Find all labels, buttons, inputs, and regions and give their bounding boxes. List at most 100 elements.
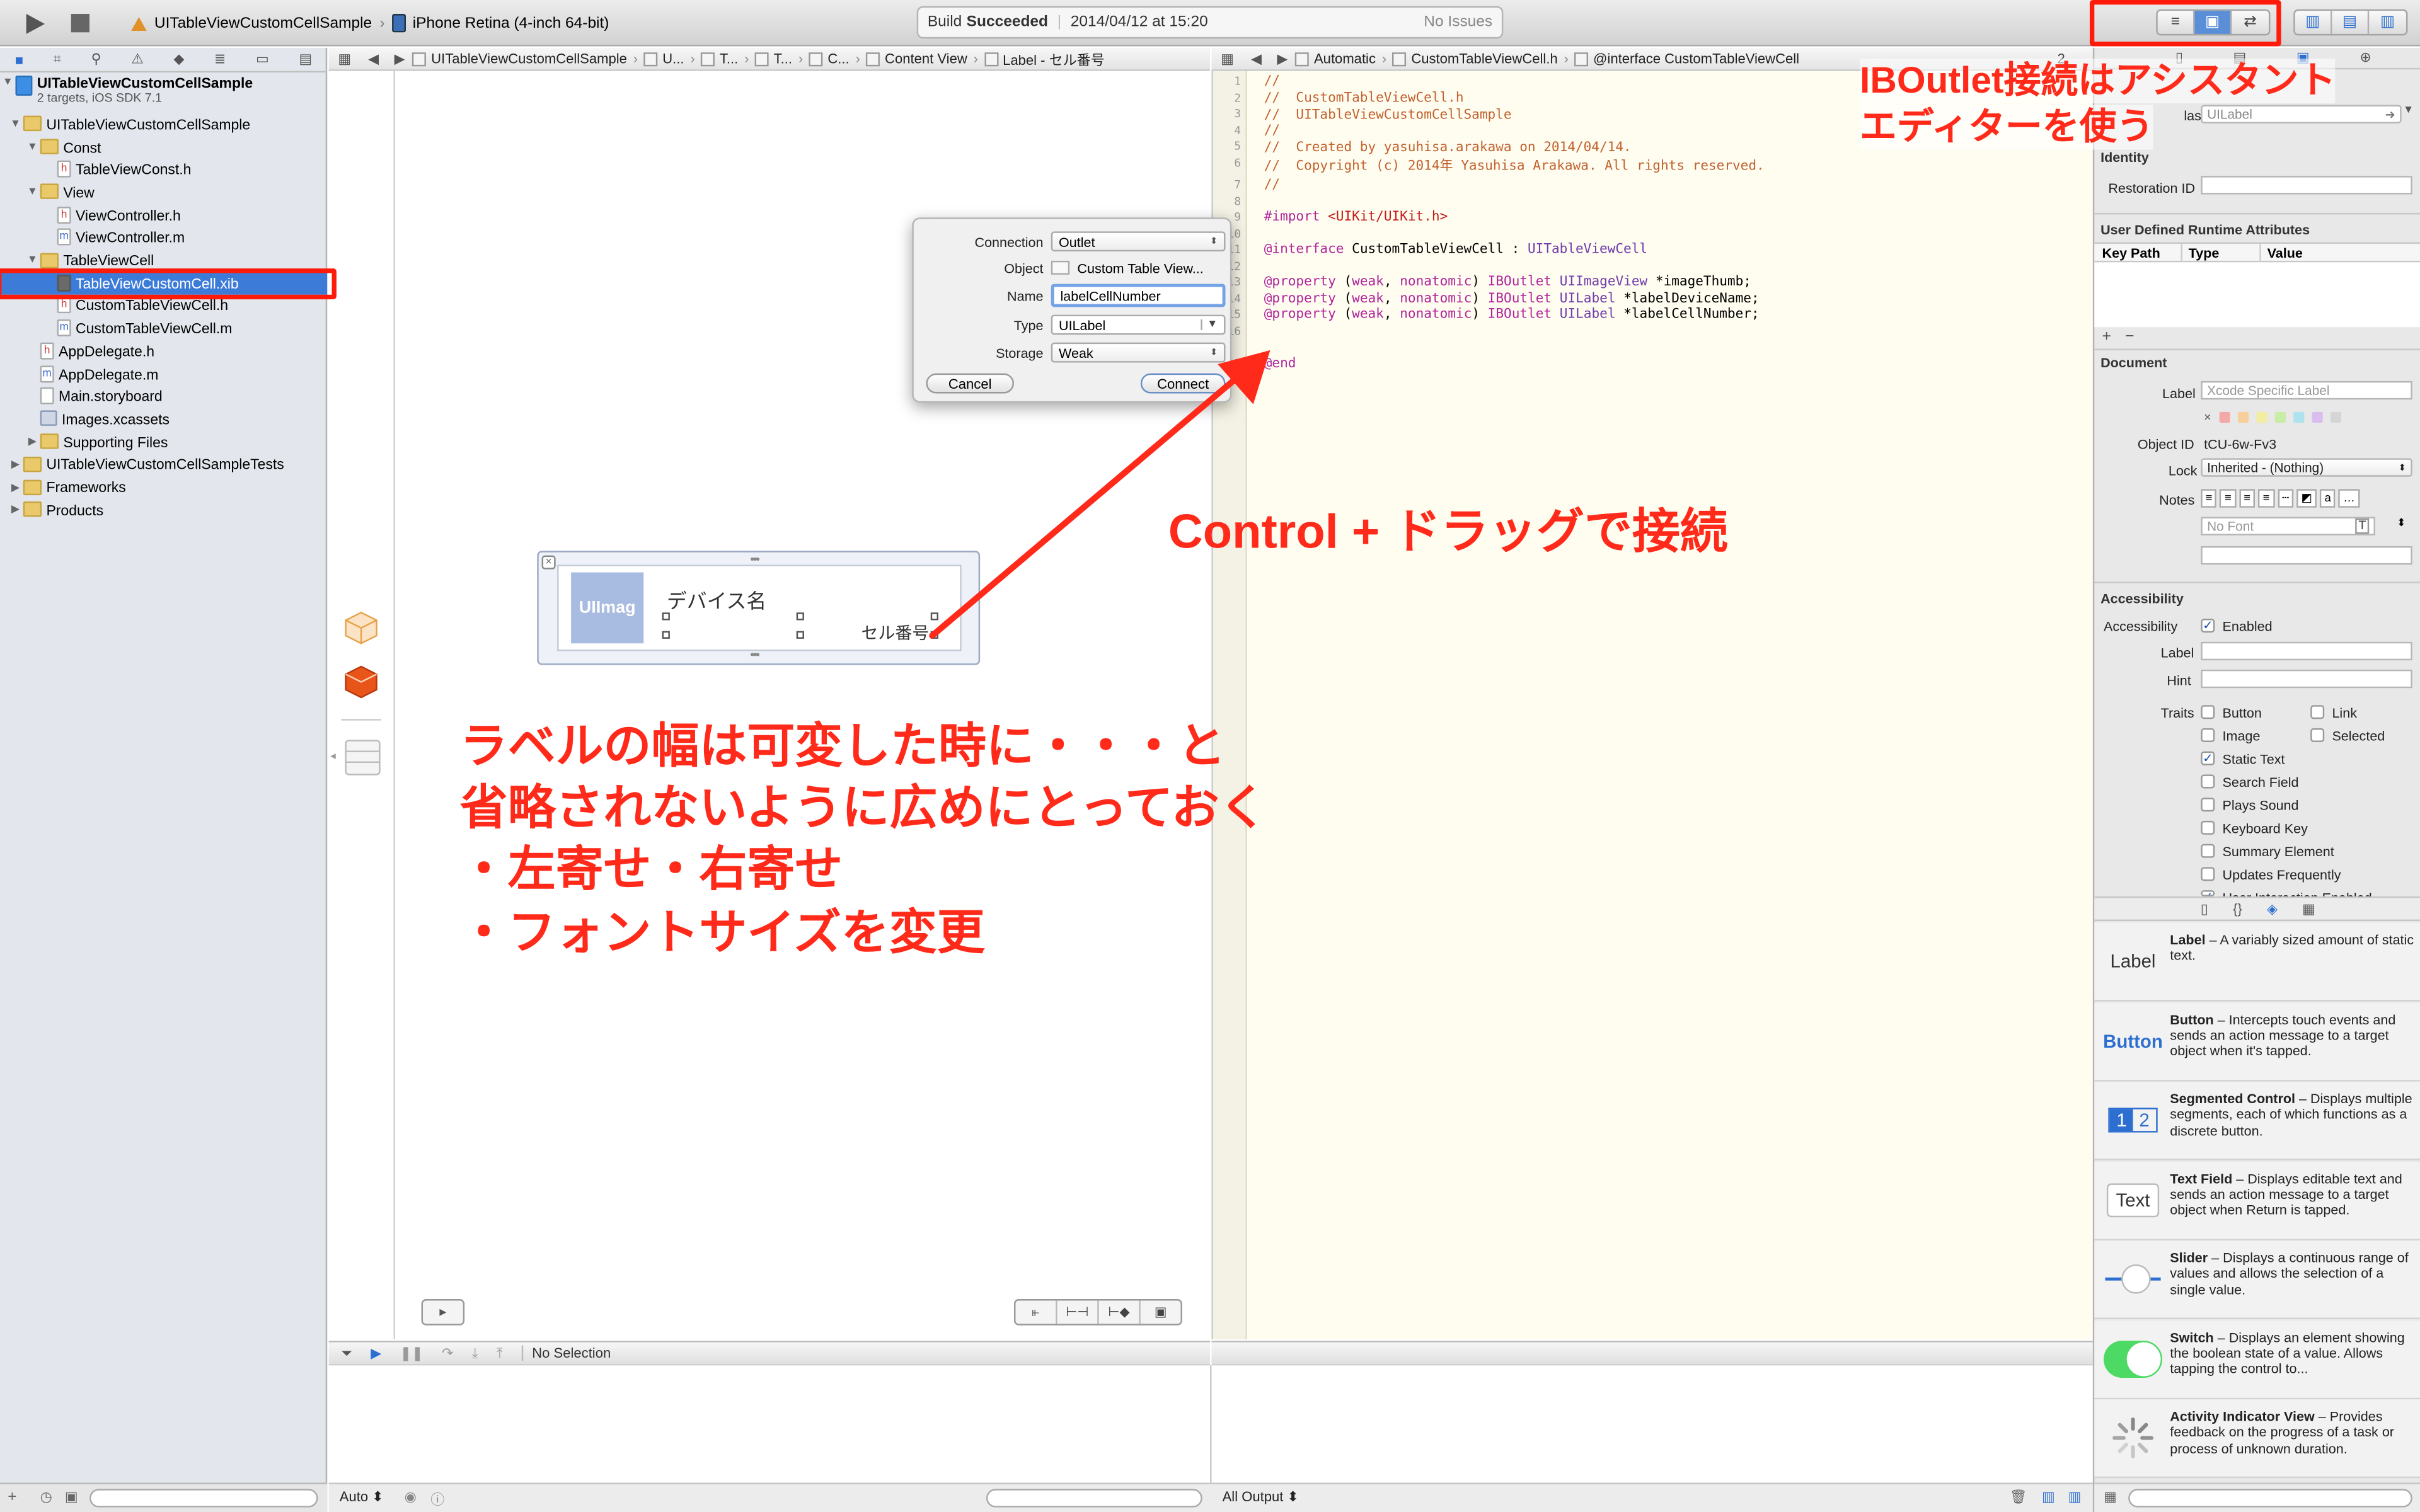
- name-field[interactable]: labelCellNumber: [1051, 284, 1226, 307]
- log-tab-icon[interactable]: ▤: [299, 51, 312, 68]
- justify-icon[interactable]: ≡: [2258, 489, 2274, 508]
- disclosure-open-icon[interactable]: ▼: [8, 118, 23, 129]
- breakpoints-icon[interactable]: ▶: [371, 1344, 381, 1361]
- run-button[interactable]: [21, 11, 49, 35]
- quicklook-icon[interactable]: ◉: [405, 1489, 417, 1506]
- connect-button[interactable]: Connect: [1140, 373, 1226, 394]
- spacing-icon[interactable]: ┄: [2277, 489, 2294, 508]
- add-icon[interactable]: +: [2102, 329, 2111, 346]
- trait-checkbox[interactable]: [2201, 798, 2215, 812]
- selection-handle[interactable]: [930, 612, 938, 621]
- disclosure-open-icon[interactable]: ▼: [25, 255, 40, 265]
- folder-tab-icon[interactable]: ■: [15, 52, 23, 67]
- breadcrumb-item[interactable]: CustomTableViewCell.h: [1411, 51, 1557, 66]
- align-center-icon[interactable]: ≡: [2220, 489, 2237, 508]
- trait-checkbox[interactable]: [2310, 705, 2325, 719]
- test-tab-icon[interactable]: ◆: [174, 51, 185, 68]
- first-responder-cube-icon[interactable]: [344, 665, 378, 699]
- placeholder-cube-icon[interactable]: [344, 611, 378, 645]
- library-item[interactable]: Activity Indicator View – Provides feedb…: [2094, 1399, 2420, 1479]
- navigator-item-10[interactable]: m CustomTableViewCell.m: [0, 317, 327, 340]
- restoration-id-field[interactable]: [2201, 176, 2412, 195]
- scm-icon[interactable]: ▣: [65, 1489, 78, 1506]
- stop-button[interactable]: [68, 13, 93, 34]
- library-item[interactable]: 1 2 Segmented Control – Displays multiple …: [2094, 1081, 2420, 1160]
- chevron-down-icon[interactable]: ▼: [2403, 105, 2414, 116]
- disclosure-open-icon[interactable]: ▼: [25, 186, 40, 197]
- back-icon[interactable]: ◀: [1251, 50, 1262, 67]
- close-icon[interactable]: ×: [541, 555, 556, 570]
- library-filter-field[interactable]: [2128, 1489, 2412, 1508]
- debug-tab-icon[interactable]: ≣: [214, 51, 226, 68]
- toggle-utilities-icon[interactable]: ▥: [2369, 11, 2406, 34]
- variables-scope-select[interactable]: Auto ⬍: [340, 1489, 384, 1506]
- trait-checkbox[interactable]: ✓: [2201, 890, 2215, 896]
- trait-checkbox[interactable]: [2201, 774, 2215, 789]
- align-right-icon[interactable]: ≡: [2238, 489, 2256, 508]
- image-thumb-view[interactable]: UIImag: [571, 572, 644, 644]
- breadcrumb-item[interactable]: Label - セル番号: [1003, 49, 1105, 69]
- swatch-yellow[interactable]: [2256, 411, 2267, 423]
- resize-icon[interactable]: ▣: [1141, 1301, 1181, 1324]
- navigator-item-15[interactable]: ▶ Supporting Files: [0, 430, 327, 453]
- assistant-code-editor[interactable]: 1 2 3 4 5 6 7 8 9 10 11 12 13 14 15 16 17 // // CustomTa…: [1211, 71, 2093, 1339]
- swatch-purple[interactable]: [2311, 411, 2322, 423]
- selection-handle[interactable]: [930, 631, 938, 639]
- navigator-item-12[interactable]: m AppDelegate.m: [0, 362, 327, 385]
- connection-select[interactable]: Outlet ⬍: [1051, 231, 1226, 252]
- grid-view-icon[interactable]: ▦: [2104, 1489, 2117, 1506]
- attributes-inspector-icon[interactable]: ⊕: [2360, 49, 2371, 66]
- breadcrumb-item[interactable]: C...: [827, 51, 849, 66]
- cell-content-view[interactable]: UIImag デバイス名 セル番号: [557, 564, 962, 651]
- navigator-item-3[interactable]: h TableViewConst.h: [0, 158, 327, 181]
- trait-checkbox[interactable]: [2310, 728, 2325, 742]
- font-picker-icon[interactable]: T: [2355, 518, 2370, 534]
- selection-handle[interactable]: [662, 631, 670, 639]
- remove-icon[interactable]: −: [2125, 329, 2134, 346]
- step-out-icon[interactable]: ⤒: [497, 1344, 503, 1361]
- file-template-icon[interactable]: ▯: [2201, 900, 2208, 917]
- object-library-icon[interactable]: ◈: [2267, 900, 2278, 917]
- library-item[interactable]: Slider – Displays a continuous range of …: [2094, 1240, 2420, 1319]
- library-item[interactable]: Label Label – A variably sized amount of …: [2094, 922, 2420, 1002]
- related-items-icon[interactable]: ▦: [338, 50, 351, 67]
- swatch-gray[interactable]: [2330, 411, 2341, 423]
- swatch-orange[interactable]: [2237, 411, 2249, 423]
- disclosure-closed-icon[interactable]: ▶: [25, 435, 40, 447]
- disclosure-closed-icon[interactable]: ▶: [8, 458, 23, 470]
- media-library-icon[interactable]: ▦: [2302, 900, 2315, 917]
- trait-checkbox[interactable]: [2201, 867, 2215, 881]
- swatch-green[interactable]: [2274, 411, 2286, 423]
- forward-icon[interactable]: ▶: [395, 50, 405, 67]
- doc-label-field[interactable]: Xcode Specific Label: [2201, 381, 2412, 400]
- breadcrumb-item[interactable]: T...: [774, 51, 792, 66]
- related-items-icon[interactable]: ▦: [1221, 50, 1234, 67]
- notes-text-field[interactable]: [2201, 546, 2412, 565]
- view-toggle-control[interactable]: ▥ ▤ ▥: [2293, 9, 2408, 36]
- forward-icon[interactable]: ▶: [1277, 50, 1288, 67]
- navigator-item-5[interactable]: h ViewController.h: [0, 203, 327, 226]
- disclosure-closed-icon[interactable]: ▶: [8, 503, 23, 515]
- selection-handle[interactable]: [796, 612, 804, 621]
- symbol-tab-icon[interactable]: ⌗: [54, 51, 61, 68]
- navigator-item-11[interactable]: h AppDelegate.h: [0, 340, 327, 362]
- back-icon[interactable]: ◀: [368, 50, 379, 67]
- step-over-icon[interactable]: ↷: [442, 1344, 453, 1361]
- library-item[interactable]: Button Button – Intercepts touch events a…: [2094, 1002, 2420, 1081]
- acc-enabled-checkbox[interactable]: ✓: [2201, 619, 2215, 633]
- navigator-item-18[interactable]: ▶ Products: [0, 498, 327, 521]
- cell-number-label[interactable]: セル番号: [861, 620, 930, 644]
- hide-debug-icon[interactable]: ⏷: [341, 1344, 352, 1361]
- breakpoint-tab-icon[interactable]: ▭: [256, 51, 269, 68]
- add-icon[interactable]: +: [8, 1489, 16, 1506]
- scheme-selector[interactable]: UITableViewCustomCellSample › iPhone Ret…: [130, 14, 609, 33]
- breadcrumb-item[interactable]: U...: [662, 51, 684, 66]
- breadcrumb-item[interactable]: Content View: [885, 51, 967, 66]
- navigator-item-14[interactable]: Images.xcassets: [0, 408, 327, 430]
- stepper-icon[interactable]: ⬍: [2397, 517, 2406, 529]
- navigator-item-13[interactable]: Main.storyboard: [0, 385, 327, 408]
- step-in-icon[interactable]: ⤓: [472, 1344, 478, 1361]
- navigator-item-16[interactable]: ▶ UITableViewCustomCellSampleTests: [0, 453, 327, 476]
- custom-cell-view[interactable]: × ••• ••• UIImag デバイス名 セル番号: [537, 551, 981, 665]
- library-item[interactable]: Text Text Field – Displays editable text …: [2094, 1160, 2420, 1240]
